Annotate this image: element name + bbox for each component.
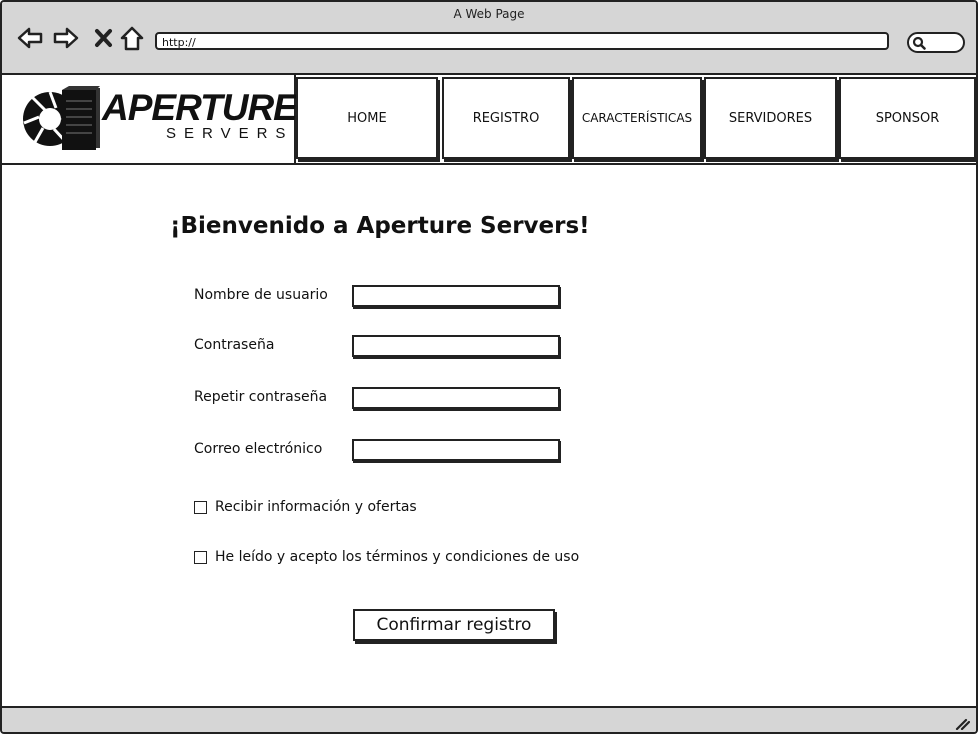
site-header: APERTURE SERVERS HOME REGISTRO CARACTERÍ… — [2, 75, 976, 165]
username-label: Nombre de usuario — [194, 287, 328, 303]
aperture-logo-icon — [23, 86, 100, 150]
nav-sponsor[interactable]: SPONSOR — [839, 77, 976, 159]
email-label: Correo electrónico — [194, 441, 323, 457]
nav-caracteristicas[interactable]: CARACTERÍSTICAS — [572, 77, 702, 159]
terms-checkbox[interactable] — [194, 550, 207, 564]
browser-search-field[interactable] — [907, 32, 965, 53]
offers-checkbox[interactable] — [194, 500, 207, 514]
back-arrow-icon[interactable] — [16, 24, 44, 52]
aperture-logo[interactable]: APERTURE SERVERS — [2, 75, 298, 163]
confirm-registration-button[interactable]: Confirmar registro — [353, 609, 555, 641]
password-field[interactable] — [352, 335, 560, 357]
offers-checkbox-label: Recibir información y ofertas — [215, 499, 417, 515]
resize-grip-icon[interactable] — [954, 718, 970, 730]
terms-checkbox-row[interactable]: He leído y acepto los términos y condici… — [194, 549, 579, 565]
logo-wordmark: APERTURE — [102, 87, 298, 128]
window-title: A Web Page — [453, 7, 525, 21]
offers-checkbox-row[interactable]: Recibir información y ofertas — [194, 499, 417, 515]
browser-window: A Web Page http:// APERTURE SERVERS HOME… — [0, 0, 978, 734]
logo-subtitle: SERVERS — [166, 125, 294, 142]
search-icon — [912, 36, 926, 50]
password-label: Contraseña — [194, 337, 275, 353]
repeat-password-field[interactable] — [352, 387, 560, 409]
browser-status-bar — [2, 706, 976, 732]
nav-registro[interactable]: REGISTRO — [442, 77, 570, 159]
forward-arrow-icon[interactable] — [52, 24, 80, 52]
repeat-password-label: Repetir contraseña — [194, 389, 328, 405]
close-icon[interactable] — [90, 24, 118, 52]
terms-checkbox-label: He leído y acepto los términos y condici… — [215, 549, 580, 565]
address-bar[interactable]: http:// — [155, 32, 889, 50]
nav-home[interactable]: HOME — [296, 77, 438, 159]
page-title: ¡Bienvenido a Aperture Servers! — [170, 213, 590, 239]
nav-servidores[interactable]: SERVIDORES — [704, 77, 837, 159]
browser-toolbar: A Web Page http:// — [2, 2, 976, 75]
home-icon[interactable] — [118, 24, 146, 52]
username-field[interactable] — [352, 285, 560, 307]
email-field[interactable] — [352, 439, 560, 461]
